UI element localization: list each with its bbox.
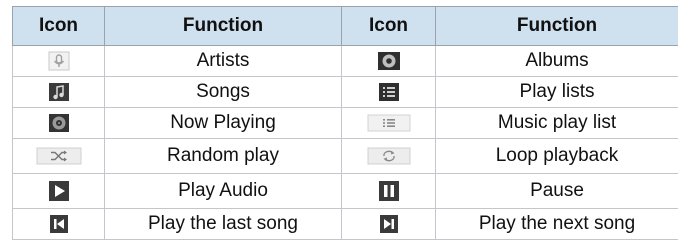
table-row: Play Audio Pause <box>12 173 678 209</box>
header-icon-2: Icon <box>341 6 436 46</box>
shuffle-icon <box>36 146 82 166</box>
microphone-icon <box>48 51 70 71</box>
function-label: Random play <box>104 138 342 174</box>
table-header-row: Icon Function Icon Function <box>12 6 678 46</box>
icon-cell <box>341 138 436 174</box>
icon-cell <box>12 208 105 240</box>
icon-cell <box>12 107 105 139</box>
icon-cell <box>12 76 105 108</box>
function-label: Songs <box>104 76 342 108</box>
header-icon-1: Icon <box>12 6 105 46</box>
table-row: Now Playing Music play list <box>12 107 678 139</box>
previous-track-icon <box>49 214 69 234</box>
icon-cell <box>341 76 436 108</box>
music-playlist-icon <box>367 113 411 133</box>
icon-cell <box>341 45 436 77</box>
header-function-1: Function <box>104 6 342 46</box>
icon-cell <box>12 173 105 209</box>
icon-cell <box>341 208 436 240</box>
function-label: Music play list <box>435 107 678 139</box>
pause-icon <box>378 180 400 202</box>
loop-icon <box>367 146 411 166</box>
next-track-icon <box>379 214 399 234</box>
icon-cell <box>341 173 436 209</box>
music-note-icon <box>48 82 70 102</box>
table-row: Artists Albums <box>12 45 678 77</box>
table-row: Songs Play lists <box>12 76 678 108</box>
function-label: Play the last song <box>104 208 342 240</box>
table-row: Play the last song Play the next song <box>12 208 678 240</box>
icon-cell <box>341 107 436 139</box>
function-label: Play lists <box>435 76 678 108</box>
function-label: Loop playback <box>435 138 678 174</box>
function-label: Play the next song <box>435 208 678 240</box>
now-playing-icon <box>48 113 70 133</box>
table-row: Random play Loop playback <box>12 138 678 174</box>
play-icon <box>48 180 70 202</box>
icon-function-table: Icon Function Icon Function Artists Albu… <box>12 6 678 240</box>
function-label: Albums <box>435 45 678 77</box>
icon-cell <box>12 138 105 174</box>
album-disc-icon <box>377 51 401 71</box>
icon-cell <box>12 45 105 77</box>
function-label: Now Playing <box>104 107 342 139</box>
playlist-icon <box>378 82 400 102</box>
function-label: Play Audio <box>104 173 342 209</box>
function-label: Pause <box>435 173 678 209</box>
header-function-2: Function <box>435 6 678 46</box>
function-label: Artists <box>104 45 342 77</box>
